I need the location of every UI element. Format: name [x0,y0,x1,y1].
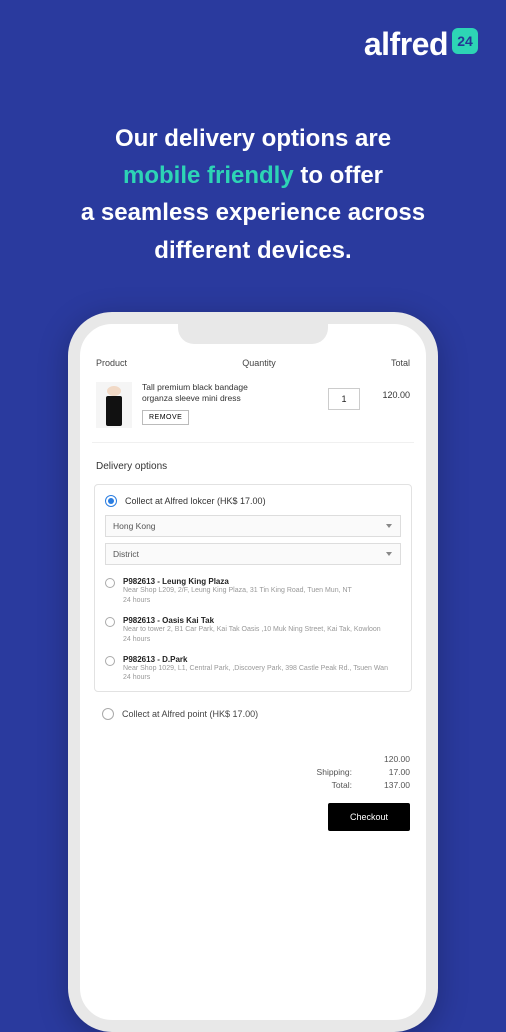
line-price: 120.00 [370,390,410,400]
location-name: P982613 - Leung King Plaza [123,577,401,586]
radio-unselected-icon [105,578,115,588]
header-product: Product [96,358,127,368]
subtotal-value: 120.00 [370,754,410,764]
delivery-option-point[interactable]: Collect at Alfred point (HK$ 17.00) [92,698,414,730]
phone-mockup: Product Quantity Total Tall premium blac… [68,312,438,1032]
header-quantity: Quantity [242,358,276,368]
location-name: P982613 - D.Park [123,655,401,664]
cart-header-row: Product Quantity Total [92,358,414,378]
locker-option-label: Collect at Alfred lokcer (HK$ 17.00) [125,496,266,506]
radio-selected-icon [105,495,117,507]
product-info: Tall premium black bandage organza sleev… [142,382,318,425]
subtotal-label [308,754,352,764]
location-address: Near Shop L209, 2/F, Leung King Plaza, 3… [123,587,401,596]
headline-line-2-rest: to offer [294,162,383,189]
remove-button[interactable]: REMOVE [142,410,189,425]
headline-line-3: a seamless experience across [40,194,466,231]
point-option-label: Collect at Alfred point (HK$ 17.00) [122,709,258,719]
product-title: Tall premium black bandage organza sleev… [142,382,272,404]
brand-logo: alfred 24 [364,26,478,63]
delivery-option-locker: Collect at Alfred lokcer (HK$ 17.00) Hon… [94,484,412,692]
radio-unselected-icon [102,708,114,720]
region-select[interactable]: Hong Kong [105,515,401,537]
cart-item-row: Tall premium black bandage organza sleev… [92,378,414,443]
radio-unselected-icon [105,656,115,666]
radio-unselected-icon [105,617,115,627]
location-item[interactable]: P982613 - Leung King Plaza Near Shop L20… [105,571,401,610]
phone-screen: Product Quantity Total Tall premium blac… [92,358,414,1020]
brand-badge: 24 [452,28,478,54]
headline-line-2: mobile friendly to offer [40,157,466,194]
header-total: Total [391,358,410,368]
location-name: P982613 - Oasis Kai Tak [123,616,401,625]
locker-radio-row[interactable]: Collect at Alfred lokcer (HK$ 17.00) [105,495,401,507]
checkout-button[interactable]: Checkout [328,803,410,831]
headline-line-4: different devices. [40,232,466,269]
location-item[interactable]: P982613 - D.Park Near Shop 1029, L1, Cen… [105,649,401,688]
total-value: 137.00 [370,780,410,790]
totals-block: 120.00 Shipping: 17.00 Total: 137.00 Che… [92,754,414,790]
product-image [96,382,132,428]
location-hours: 24 hours [123,636,401,643]
location-hours: 24 hours [123,674,401,681]
headline-line-1: Our delivery options are [40,120,466,157]
location-hours: 24 hours [123,597,401,604]
district-select[interactable]: District [105,543,401,565]
location-list: P982613 - Leung King Plaza Near Shop L20… [105,571,401,687]
location-address: Near to tower 2, B1 Car Park, Kai Tak Oa… [123,626,401,635]
location-address: Near Shop 1029, L1, Central Park, ,Disco… [123,665,401,674]
marketing-headline: Our delivery options are mobile friendly… [0,120,506,269]
total-label: Total: [308,780,352,790]
phone-notch [178,322,328,344]
quantity-input[interactable]: 1 [328,388,360,410]
location-item[interactable]: P982613 - Oasis Kai Tak Near to tower 2,… [105,610,401,649]
delivery-section-title: Delivery options [96,461,410,472]
brand-name: alfred [364,26,448,63]
headline-accent: mobile friendly [123,162,294,189]
shipping-value: 17.00 [370,767,410,777]
shipping-label: Shipping: [308,767,352,777]
